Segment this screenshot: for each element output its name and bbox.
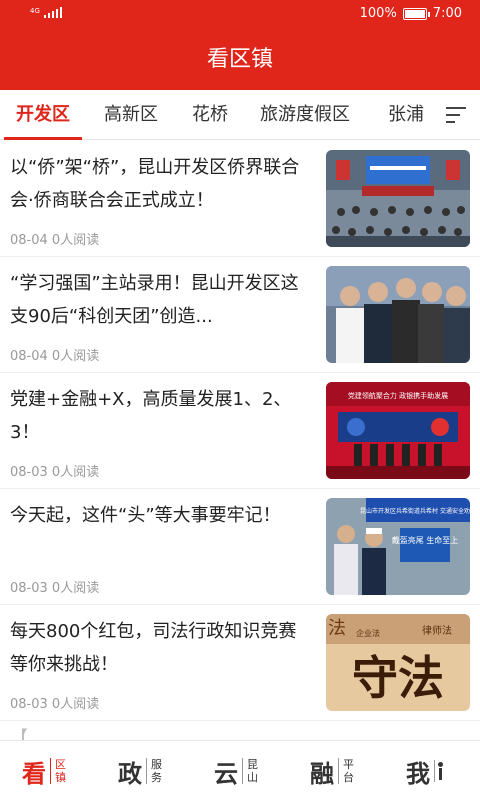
article-date: 08-03 <box>10 465 48 480</box>
article-date: 08-03 <box>10 581 48 596</box>
page-title: 看区镇 <box>0 30 480 90</box>
article-meta: 08-03 0人阅读 <box>10 577 99 596</box>
network-type: 4G <box>30 7 40 15</box>
article-reads: 0人阅读 <box>51 465 100 480</box>
article-reads: 0人阅读 <box>51 349 100 364</box>
thumbnail-banner-text: 党建领航聚合力 政银携手助发展 <box>348 391 448 400</box>
article-thumbnail[interactable]: 党建领航聚合力 政银携手助发展 <box>326 382 470 479</box>
clock: 7:00 <box>432 6 462 21</box>
battery-icon <box>402 7 430 20</box>
article-meta: 08-04 0人阅读 <box>10 229 99 248</box>
battery-percent: 100% <box>359 6 397 21</box>
article-date: 08-04 <box>10 349 48 364</box>
article-meta: 08-04 0人阅读 <box>10 345 99 364</box>
article-title[interactable]: 以“侨”架“桥”，昆山开发区侨界联合会·侨商联合会正式成立！ <box>10 151 310 217</box>
list-item[interactable]: 今天起，这件“头”等大事要牢记！ 08-03 0人阅读 昆山市开发区兵希街道兵希… <box>0 489 480 605</box>
article-reads: 0人阅读 <box>51 233 100 248</box>
tab-lvyoudujiaqu[interactable]: 旅游度假区 <box>260 90 350 140</box>
thumbnail-small-text: 律师法 <box>422 624 452 637</box>
tab-kaifaqu[interactable]: 开发区 <box>4 90 82 140</box>
bottom-nav: 看 区镇 政 服务 云 昆山 融 平台 我 <box>0 740 480 800</box>
signal-icon: 4G <box>30 7 62 18</box>
tab-zhangpu[interactable]: 张浦 <box>388 90 424 140</box>
thumbnail-banner-text: 昆山市开发区兵希街道兵希村 交通安全劝导 <box>360 507 470 515</box>
thumbnail-small-text: 企业法 <box>356 628 380 638</box>
region-tabs: 开发区 高新区 花桥 旅游度假区 张浦 <box>0 90 480 140</box>
nav-kan-quzhen[interactable]: 看 区镇 <box>22 749 66 793</box>
article-list: 以“侨”架“桥”，昆山开发区侨界联合会·侨商联合会正式成立！ 08-04 0人阅… <box>0 141 480 721</box>
nav-zheng-fuwu[interactable]: 政 服务 <box>118 749 162 793</box>
list-item[interactable]: 每天800个红包，司法行政知识竞赛等你来挑战！ 08-03 0人阅读 法 律师法… <box>0 605 480 721</box>
tab-huaqiao[interactable]: 花桥 <box>192 90 228 140</box>
person-icon <box>434 760 444 782</box>
tab-gaoxinqu[interactable]: 高新区 <box>104 90 158 140</box>
article-reads: 0人阅读 <box>51 697 100 712</box>
thumbnail-corner-text: 法 <box>328 618 346 639</box>
nav-yun-kunshan[interactable]: 云 昆山 <box>214 749 258 793</box>
article-title[interactable]: 今天起，这件“头”等大事要牢记！ <box>10 499 310 532</box>
article-title[interactable]: 党建+金融+X，高质量发展1、2、3！ <box>10 383 310 449</box>
article-reads: 0人阅读 <box>51 581 100 596</box>
article-date: 08-04 <box>10 233 48 248</box>
status-bar: 4G 100% 7:00 <box>0 0 480 30</box>
article-title[interactable]: 每天800个红包，司法行政知识竞赛等你来挑战！ <box>10 615 310 681</box>
article-thumbnail[interactable] <box>326 266 470 363</box>
article-thumbnail[interactable]: 法 律师法 企业法 守法 <box>326 614 470 711</box>
article-date: 08-03 <box>10 697 48 712</box>
article-thumbnail[interactable]: 昆山市开发区兵希街道兵希村 交通安全劝导 戴盔亮尾 生命至上 <box>326 498 470 595</box>
menu-icon[interactable] <box>446 107 466 123</box>
nav-rong-pingtai[interactable]: 融 平台 <box>310 749 354 793</box>
article-meta: 08-03 0人阅读 <box>10 461 99 480</box>
thumbnail-sign-text: 戴盔亮尾 生命至上 <box>392 535 459 545</box>
list-item[interactable]: “学习强国”主站录用！昆山开发区这支90后“科创天团”创造... 08-04 0… <box>0 257 480 373</box>
list-item[interactable]: 党建+金融+X，高质量发展1、2、3！ 08-03 0人阅读 党建领航聚合力 政… <box>0 373 480 489</box>
thumbnail-big-text: 守法 <box>352 651 444 705</box>
list-item[interactable]: 以“侨”架“桥”，昆山开发区侨界联合会·侨商联合会正式成立！ 08-04 0人阅… <box>0 141 480 257</box>
article-thumbnail[interactable] <box>326 150 470 247</box>
article-title[interactable]: “学习强国”主站录用！昆山开发区这支90后“科创天团”创造... <box>10 267 310 333</box>
article-meta: 08-03 0人阅读 <box>10 693 99 712</box>
nav-wo[interactable]: 我 <box>406 749 444 793</box>
